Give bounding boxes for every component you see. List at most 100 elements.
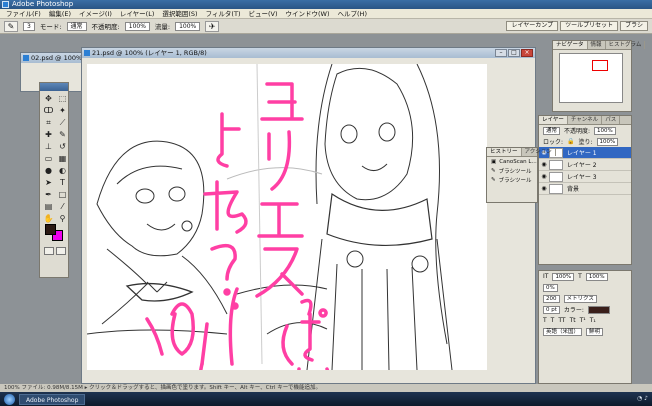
quick-mask-mode-icon[interactable]	[56, 247, 66, 255]
faux-bold-icon[interactable]: T	[543, 317, 547, 324]
history-snapshot-icon: ▣	[491, 158, 497, 165]
start-button[interactable]	[4, 393, 15, 405]
tracking-field[interactable]: 200	[543, 294, 560, 303]
well-tab-layer-comps[interactable]: レイヤーカンプ	[506, 21, 559, 31]
slice-tool-icon[interactable]: ⟋	[56, 117, 69, 128]
blend-mode-select[interactable]: 通常	[543, 126, 561, 135]
opacity-field[interactable]: 100%	[124, 21, 150, 31]
document-canvas[interactable]	[87, 64, 487, 370]
shape-tool-icon[interactable]: □	[56, 189, 69, 200]
tab-history[interactable]: ヒストリー	[487, 148, 522, 156]
visibility-eye-icon[interactable]: ◉	[539, 161, 549, 168]
crop-tool-icon[interactable]: ⌗	[42, 117, 55, 128]
text-color-swatch[interactable]	[587, 305, 610, 314]
fill-field[interactable]: 100%	[596, 137, 619, 146]
blur-tool-icon[interactable]: ●	[42, 165, 55, 176]
healing-brush-tool-icon[interactable]: ✚	[42, 129, 55, 140]
tab-navigator[interactable]: ナビゲータ	[553, 41, 588, 49]
superscript-icon[interactable]: T¹	[580, 317, 586, 324]
kerning-field[interactable]: メトリクス	[563, 294, 597, 303]
airbrush-icon[interactable]: ✈	[205, 20, 220, 32]
language-select[interactable]: 英語（米国）	[543, 327, 583, 336]
layer-row[interactable]: ◉ レイヤー 3	[539, 171, 631, 183]
clone-stamp-tool-icon[interactable]: ⊥	[42, 141, 55, 152]
document-title-bar[interactable]: 21.psd @ 100% (レイヤー 1, RGB/8) – □ ×	[82, 48, 535, 58]
tab-histogram[interactable]: ヒストグラム	[606, 41, 646, 49]
menu-help[interactable]: ヘルプ(H)	[334, 9, 371, 19]
magic-wand-tool-icon[interactable]: ✦	[56, 105, 69, 116]
brush-size-picker[interactable]: 3	[23, 21, 35, 31]
menu-layer[interactable]: レイヤー(L)	[116, 9, 159, 19]
options-bar: ✎ 3 モード: 通常 不透明度: 100% 流量: 100% ✈ レイヤーカン…	[0, 19, 652, 34]
layers-panel: レイヤー チャンネル パス 通常 不透明度: 100% ロック: 🔒 塗り: 1…	[538, 115, 632, 265]
close-button[interactable]: ×	[521, 49, 533, 57]
faux-italic-icon[interactable]: T	[551, 317, 555, 324]
layer-row[interactable]: ◉ レイヤー 2	[539, 159, 631, 171]
zoom-tool-icon[interactable]: ⚲	[56, 213, 69, 224]
navigator-thumbnail[interactable]	[559, 53, 623, 103]
character-tsume-row: 0%	[539, 282, 631, 293]
layer-row[interactable]: ◉ 背景	[539, 183, 631, 195]
brush-tool-icon[interactable]: ✎	[56, 129, 69, 140]
lasso-tool-icon[interactable]: ↀ	[42, 105, 55, 116]
path-selection-tool-icon[interactable]: ➤	[42, 177, 55, 188]
tab-paths[interactable]: パス	[602, 116, 621, 124]
maximize-button[interactable]: □	[508, 49, 520, 57]
notes-tool-icon[interactable]: ▤	[42, 201, 55, 212]
type-tool-icon[interactable]: T	[56, 177, 69, 188]
horizontal-scale-field[interactable]: 100%	[585, 272, 608, 281]
subscript-icon[interactable]: T₁	[590, 317, 596, 324]
menu-filter[interactable]: フィルタ(T)	[202, 9, 245, 19]
tab-channels[interactable]: チャンネル	[568, 116, 603, 124]
menu-view[interactable]: ビュー(V)	[244, 9, 281, 19]
tab-layers[interactable]: レイヤー	[539, 116, 568, 124]
menu-select[interactable]: 選択範囲(S)	[158, 9, 201, 19]
history-item[interactable]: ✎ ブラシツール	[487, 166, 537, 175]
visibility-eye-icon[interactable]: ◉	[539, 185, 549, 192]
pen-tool-icon[interactable]: ✒	[42, 189, 55, 200]
antialias-select[interactable]: 鮮明	[586, 327, 604, 336]
navigator-view-box[interactable]	[592, 60, 608, 71]
opacity-label: 不透明度:	[91, 23, 120, 31]
document-window-front[interactable]: 21.psd @ 100% (レイヤー 1, RGB/8) – □ ×	[81, 47, 536, 384]
baseline-shift-field[interactable]: 0 pt	[543, 305, 560, 314]
gradient-tool-icon[interactable]: ▦	[56, 153, 69, 164]
small-caps-icon[interactable]: Tt	[570, 317, 576, 324]
tsume-field[interactable]: 0%	[543, 283, 558, 292]
mode-select[interactable]: 通常	[66, 21, 87, 31]
layer-opacity-field[interactable]: 100%	[594, 126, 616, 135]
tab-info[interactable]: 情報	[588, 41, 606, 49]
minimize-button[interactable]: –	[495, 49, 507, 57]
flow-field[interactable]: 100%	[175, 21, 201, 31]
menu-file[interactable]: ファイル(F)	[2, 9, 45, 19]
visibility-eye-icon[interactable]: ◉	[539, 173, 549, 180]
menu-window[interactable]: ウインドウ(W)	[282, 9, 334, 19]
history-brush-tool-icon[interactable]: ↺	[56, 141, 69, 152]
history-item[interactable]: ▣ CanoScan L...	[487, 157, 537, 166]
well-tab-brushes[interactable]: ブラシ	[620, 21, 648, 31]
marquee-tool-icon[interactable]: ⬚	[56, 93, 69, 104]
brush-icon: ✎	[491, 176, 496, 183]
all-caps-icon[interactable]: TT	[558, 317, 565, 324]
dodge-tool-icon[interactable]: ◐	[56, 165, 69, 176]
menu-edit[interactable]: 編集(E)	[45, 9, 75, 19]
standard-mode-icon[interactable]	[44, 247, 54, 255]
taskbar-item-photoshop[interactable]: Adobe Photoshop	[19, 393, 86, 405]
history-item[interactable]: ✎ ブラシツール	[487, 175, 537, 184]
document-icon	[84, 50, 90, 56]
layer-thumbnail	[549, 171, 563, 182]
foreground-color-swatch[interactable]	[45, 224, 56, 235]
hand-tool-icon[interactable]: ✋	[42, 213, 55, 224]
toolbox: ✥ ⬚ ↀ ✦ ⌗ ⟋ ✚ ✎ ⊥ ↺ ▭ ▦ ● ◐ ➤ T ✒ □ ▤ ⁄ …	[39, 82, 69, 278]
tab-actions[interactable]: アクション	[522, 148, 556, 156]
brush-tool-preset-icon[interactable]: ✎	[4, 20, 18, 32]
lock-icon[interactable]: 🔒	[567, 138, 574, 145]
eraser-tool-icon[interactable]: ▭	[42, 153, 55, 164]
vertical-scale-field[interactable]: 100%	[552, 272, 575, 281]
character-style-row: T T TT Tt T¹ T₁	[539, 315, 631, 326]
move-tool-icon[interactable]: ✥	[42, 93, 55, 104]
menu-image[interactable]: イメージ(I)	[75, 9, 116, 19]
eyedropper-tool-icon[interactable]: ⁄	[56, 201, 69, 212]
toolbox-grip[interactable]	[40, 83, 68, 91]
well-tab-tool-presets[interactable]: ツールプリセット	[560, 21, 619, 31]
